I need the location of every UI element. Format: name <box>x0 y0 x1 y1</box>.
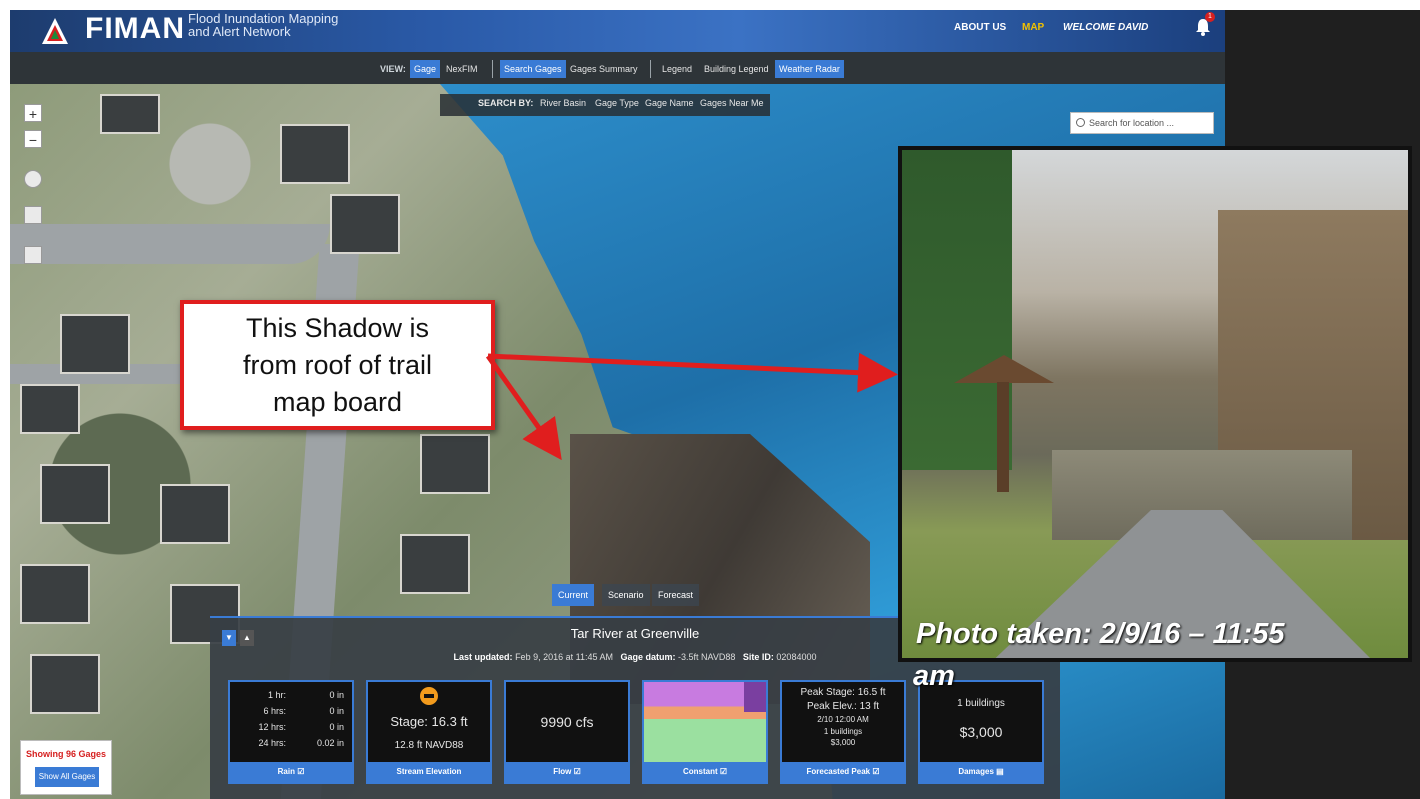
arrow-to-photo <box>487 352 898 393</box>
annotation-arrows <box>485 352 898 461</box>
arrow-to-shadow <box>485 354 562 461</box>
